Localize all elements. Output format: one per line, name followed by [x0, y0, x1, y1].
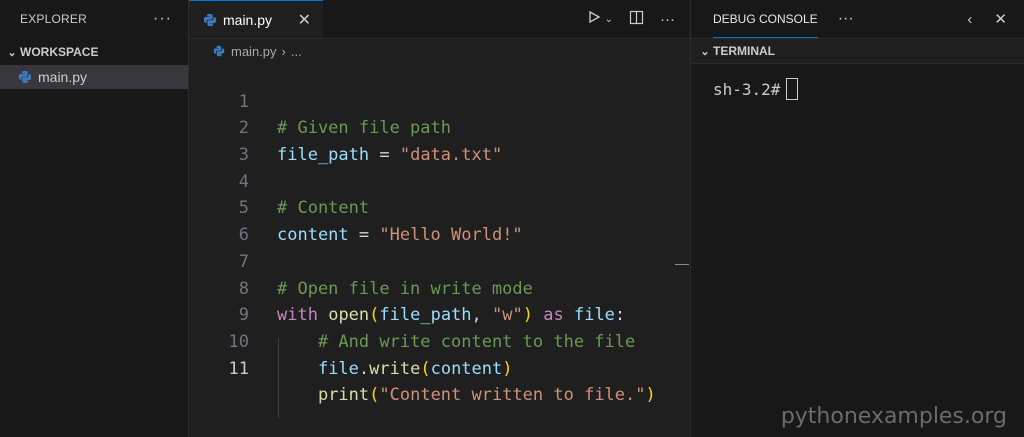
code-line: 10 file.write(content) — [189, 302, 689, 379]
terminal-prompt: sh-3.2# — [713, 79, 781, 99]
explorer-header: EXPLORER ··· — [0, 0, 188, 38]
code-line: 2 file_path = "data.txt" — [189, 89, 689, 165]
code-line: 4 # Content — [189, 142, 689, 219]
tab-label: main.py — [223, 11, 273, 28]
code-bracket: ( — [369, 385, 380, 406]
chevron-right-icon: › — [281, 43, 286, 59]
explorer-title: EXPLORER — [20, 12, 87, 26]
code-function: print — [317, 385, 370, 406]
code-variable: file — [317, 358, 359, 379]
breadcrumb: main.py › ... — [189, 39, 689, 63]
code-function: write — [369, 358, 421, 379]
terminal-body[interactable]: sh-3.2# — [691, 64, 1024, 100]
file-item-main-py[interactable]: main.py — [0, 65, 188, 89]
explorer-more-icon[interactable]: ··· — [153, 10, 172, 28]
code-line: 8 with open(file_path, "w") as file: — [189, 249, 689, 326]
workspace-label: WORKSPACE — [20, 45, 99, 59]
code-punctuation: . — [358, 358, 370, 379]
tab-main-py[interactable]: main.py ✕ — [189, 0, 323, 38]
explorer-sidebar: EXPLORER ··· ⌄ WORKSPACE main.py — [0, 0, 189, 437]
chevron-down-icon: ⌄ — [7, 46, 17, 59]
code-area[interactable]: 1 # Given file path 2 file_path = "data.… — [189, 62, 689, 418]
close-panel-icon[interactable]: ✕ — [994, 10, 1007, 28]
terminal-section-header[interactable]: ⌄ TERMINAL — [691, 38, 1024, 64]
panel-header: DEBUG CONSOLE ··· ‹ ✕ — [691, 0, 1024, 38]
chevron-left-icon[interactable]: ‹ — [967, 11, 972, 28]
scrollbar-marker — [675, 264, 689, 265]
editor-tabbar: main.py ✕ ⌄ ··· — [189, 0, 689, 39]
terminal-label: TERMINAL — [713, 44, 775, 58]
code-variable: content — [430, 358, 503, 379]
file-item-label: main.py — [38, 69, 88, 85]
run-icon[interactable] — [587, 10, 601, 28]
editor-group: main.py ✕ ⌄ ··· main.py › ... 1 # Given … — [189, 0, 689, 437]
python-file-icon — [213, 45, 225, 57]
more-actions-icon[interactable]: ··· — [660, 11, 675, 28]
workspace-folder[interactable]: ⌄ WORKSPACE — [0, 39, 188, 65]
code-line-active: 11 print("Content written to file.") — [189, 329, 689, 406]
code-line: 6 — [189, 195, 689, 245]
code-bracket: ) — [645, 385, 656, 406]
code-bracket: ) — [502, 358, 513, 379]
chevron-down-icon: ⌄ — [700, 45, 710, 58]
breadcrumb-file[interactable]: main.py — [231, 44, 277, 59]
close-icon[interactable]: ✕ — [298, 10, 311, 30]
python-file-icon — [18, 70, 32, 84]
python-file-icon — [203, 13, 217, 26]
code-line: 7 # Open file in write mode — [189, 222, 689, 299]
panel-actions: ‹ ✕ — [967, 0, 1007, 38]
watermark: pythonexamples.org — [780, 404, 1007, 429]
tab-debug-console[interactable]: DEBUG CONSOLE — [713, 0, 818, 38]
code-line: 9 # And write content to the file — [189, 276, 689, 352]
code-bracket: ( — [420, 358, 431, 379]
code-line: 5 content = "Hello World!" — [189, 169, 689, 245]
code-line: 3 — [189, 115, 689, 165]
split-editor-icon[interactable] — [629, 10, 644, 29]
line-number: 11 — [228, 358, 249, 379]
terminal-cursor — [786, 78, 799, 100]
breadcrumb-symbols[interactable]: ... — [291, 44, 302, 59]
code-string: "Content written to file." — [379, 385, 646, 406]
run-dropdown-icon[interactable]: ⌄ — [605, 14, 613, 25]
code-line: 1 # Given file path — [189, 62, 689, 139]
editor-actions: ⌄ ··· — [587, 0, 675, 38]
panel: DEBUG CONSOLE ··· ‹ ✕ ⌄ TERMINAL sh-3.2#… — [690, 0, 1024, 437]
panel-more-icon[interactable]: ··· — [838, 10, 854, 28]
